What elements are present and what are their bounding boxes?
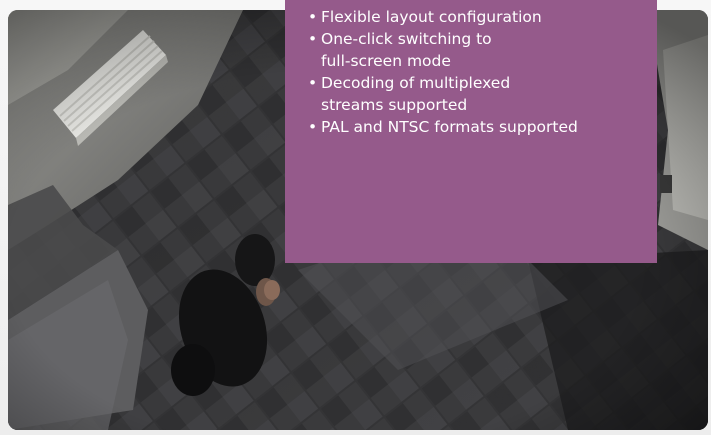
feature-item: PAL and NTSC formats supported [308, 116, 657, 138]
feature-text: One-click switching to [321, 30, 492, 48]
feature-item: Decoding of multiplexed streams supporte… [308, 72, 657, 116]
feature-list: Flexible layout configuration One-click … [308, 6, 657, 138]
feature-item: One-click switching to full-screen mode [308, 28, 657, 72]
page-frame: Flexible layout configuration One-click … [0, 0, 711, 435]
feature-text: Decoding of multiplexed [321, 74, 511, 92]
feature-text: Flexible layout configuration [321, 8, 542, 26]
feature-text: full-screen mode [321, 52, 451, 70]
features-panel: Flexible layout configuration One-click … [285, 0, 657, 263]
feature-text: streams supported [321, 96, 468, 114]
feature-text: PAL and NTSC formats supported [321, 118, 578, 136]
feature-item: Flexible layout configuration [308, 6, 657, 28]
